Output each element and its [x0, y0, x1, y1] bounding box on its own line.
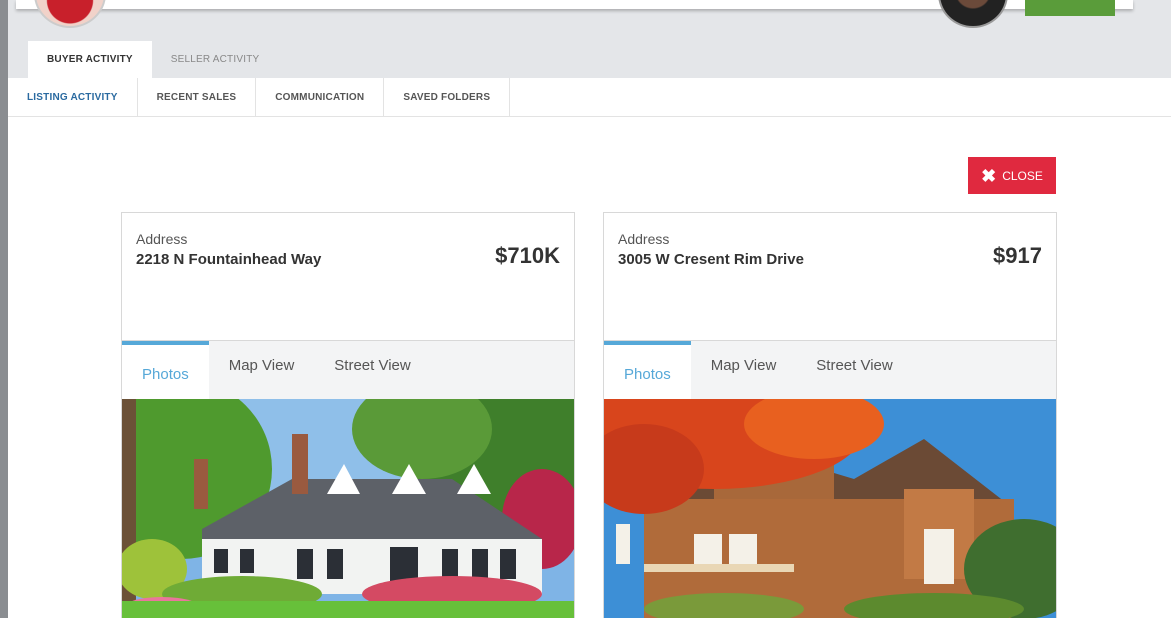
- tab-photos[interactable]: Photos: [122, 341, 209, 399]
- tab-listing-activity[interactable]: LISTING ACTIVITY: [8, 78, 138, 117]
- tab-street-view[interactable]: Street View: [314, 341, 430, 399]
- tab-street-view[interactable]: Street View: [796, 341, 912, 399]
- tab-recent-sales[interactable]: RECENT SALES: [138, 78, 257, 117]
- main-content: LISTING ACTIVITY RECENT SALES COMMUNICAT…: [8, 78, 1171, 618]
- listing-header: Address 3005 W Cresent Rim Drive $917: [604, 213, 1056, 341]
- activity-tabs: BUYER ACTIVITY SELLER ACTIVITY: [28, 41, 278, 78]
- tab-seller-activity[interactable]: SELLER ACTIVITY: [152, 41, 279, 78]
- close-label: CLOSE: [1002, 168, 1043, 183]
- action-button[interactable]: [1025, 0, 1115, 16]
- view-tabs: Photos Map View Street View: [604, 341, 1056, 399]
- tab-buyer-activity[interactable]: BUYER ACTIVITY: [28, 41, 152, 78]
- tab-communication[interactable]: COMMUNICATION: [256, 78, 385, 117]
- sub-navigation: LISTING ACTIVITY RECENT SALES COMMUNICAT…: [8, 78, 1171, 117]
- listing-card: Address 3005 W Cresent Rim Drive $917 Ph…: [603, 212, 1057, 618]
- tab-saved-folders[interactable]: SAVED FOLDERS: [384, 78, 511, 117]
- listing-address: 3005 W Cresent Rim Drive: [618, 251, 804, 268]
- address-label: Address: [136, 231, 188, 247]
- listing-photo[interactable]: [122, 399, 574, 618]
- tab-map-view[interactable]: Map View: [691, 341, 797, 399]
- tab-photos[interactable]: Photos: [604, 341, 691, 399]
- listing-price: $710K: [495, 243, 560, 268]
- listing-price: $917: [993, 243, 1042, 268]
- listing-card: Address 2218 N Fountainhead Way $710K Ph…: [121, 212, 575, 618]
- listing-header: Address 2218 N Fountainhead Way $710K: [122, 213, 574, 341]
- address-label: Address: [618, 231, 670, 247]
- tab-map-view[interactable]: Map View: [209, 341, 315, 399]
- view-tabs: Photos Map View Street View: [122, 341, 574, 399]
- close-button[interactable]: ✖ CLOSE: [968, 157, 1056, 194]
- listing-address: 2218 N Fountainhead Way: [136, 251, 322, 268]
- listing-photo[interactable]: [604, 399, 1056, 618]
- close-icon: ✖: [981, 165, 997, 186]
